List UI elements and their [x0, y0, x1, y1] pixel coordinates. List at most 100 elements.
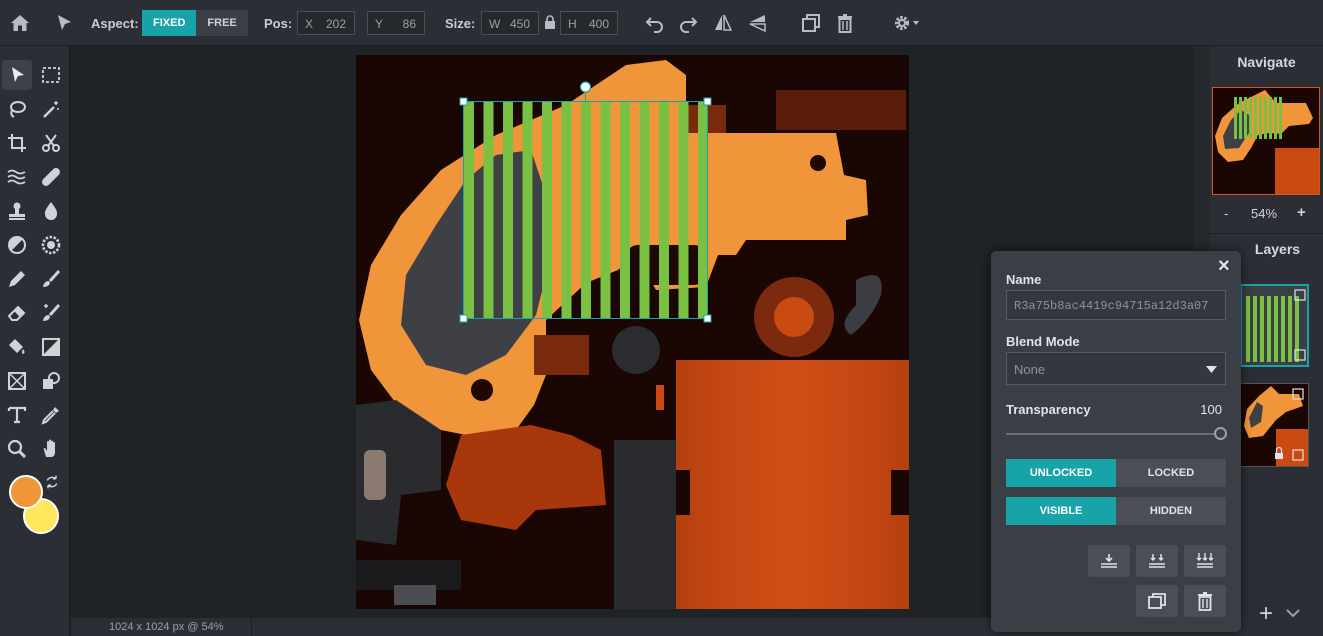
pencil-icon[interactable]: [2, 264, 32, 294]
size-w-value: 450: [509, 17, 530, 31]
image-canvas[interactable]: [356, 55, 909, 609]
blur-drop-icon[interactable]: [36, 196, 66, 226]
hand-icon[interactable]: [36, 434, 66, 464]
resize-handle-bl[interactable]: [459, 314, 468, 323]
eraser-icon[interactable]: [2, 298, 32, 328]
size-h-label: H: [568, 17, 577, 31]
shape-icon[interactable]: [2, 366, 32, 396]
rotate-handle[interactable]: [579, 81, 592, 93]
pointer-icon[interactable]: [49, 8, 79, 38]
transparency-slider-knob[interactable]: [1213, 427, 1227, 440]
navigate-title: Navigate: [1237, 54, 1296, 70]
crop-icon[interactable]: [2, 128, 32, 158]
duplicate-layer-icon[interactable]: [1136, 585, 1178, 617]
aspect-free-button[interactable]: FREE: [196, 10, 248, 36]
duplicate-icon[interactable]: [796, 8, 826, 38]
layer-stripe: [503, 102, 513, 319]
pos-label: Pos:: [264, 16, 293, 31]
resize-handle-tr[interactable]: [703, 97, 712, 106]
pos-x-input[interactable]: X 202: [297, 11, 355, 35]
delete-icon[interactable]: [830, 8, 860, 38]
scissors-icon[interactable]: [36, 128, 66, 158]
pos-y-label: Y: [375, 17, 384, 31]
tools-panel: [0, 46, 70, 636]
layer-stripe: [678, 102, 689, 319]
flip-horizontal-icon[interactable]: [708, 8, 738, 38]
home-icon[interactable]: [5, 8, 35, 38]
undo-icon[interactable]: [640, 8, 670, 38]
magic-wand-icon[interactable]: [36, 94, 66, 124]
transparency-slider-track[interactable]: [1006, 427, 1227, 440]
lasso-icon[interactable]: [2, 94, 32, 124]
transparency-value: 100: [1200, 402, 1222, 417]
hidden-button[interactable]: HIDDEN: [1116, 497, 1226, 525]
layer-name-input[interactable]: R3a75b8ac4419c94715a12d3a07: [1006, 290, 1226, 320]
chevron-down-icon[interactable]: [1286, 608, 1300, 618]
color-replace-icon[interactable]: [36, 298, 66, 328]
resize-handle-tl[interactable]: [459, 97, 468, 106]
pos-y-input[interactable]: Y 86: [367, 11, 425, 35]
visible-button[interactable]: VISIBLE: [1006, 497, 1116, 525]
merge-down-icon[interactable]: [1088, 545, 1130, 577]
merge-visible-icon[interactable]: [1136, 545, 1178, 577]
layer-stripe: [464, 102, 474, 319]
locked-button[interactable]: LOCKED: [1116, 459, 1226, 487]
flatten-image-icon[interactable]: [1184, 545, 1226, 577]
layer-item-background[interactable]: [1240, 383, 1309, 467]
lock-icon[interactable]: [544, 15, 556, 29]
select-arrow-icon[interactable]: [2, 60, 32, 90]
gradient-icon[interactable]: [36, 332, 66, 362]
resize-handle-br[interactable]: [703, 314, 712, 323]
layer-stripe: [483, 102, 494, 319]
zoom-out-button[interactable]: -: [1224, 206, 1228, 221]
dodge-icon[interactable]: [2, 230, 32, 260]
brush-icon[interactable]: [36, 264, 66, 294]
size-w-label: W: [489, 17, 501, 31]
unlocked-button[interactable]: UNLOCKED: [1006, 459, 1116, 487]
layer-item-selected[interactable]: [1240, 284, 1309, 367]
layer-stripe: [542, 102, 552, 319]
eyedropper-icon[interactable]: [36, 400, 66, 430]
delete-layer-icon[interactable]: [1184, 585, 1226, 617]
primary-color-swatch[interactable]: [9, 475, 43, 509]
transparency-label: Transparency: [1006, 402, 1091, 417]
size-h-input[interactable]: H 400: [560, 11, 618, 35]
navigator-thumbnail[interactable]: [1212, 87, 1320, 195]
layer-stripe: [620, 102, 630, 319]
layer-stripe: [522, 102, 533, 319]
dropdown-arrow-icon: [1206, 366, 1217, 373]
size-label: Size:: [445, 16, 476, 31]
size-h-value: 400: [588, 17, 609, 31]
selected-layer-overlay[interactable]: [356, 55, 909, 609]
navigator-zoom: - 54% +: [1210, 204, 1323, 224]
stamp-icon[interactable]: [2, 196, 32, 226]
swap-colors-icon[interactable]: [42, 472, 62, 492]
layer-settings-dialog: × Name R3a75b8ac4419c94715a12d3a07 Blend…: [991, 251, 1241, 632]
aspect-fixed-button[interactable]: FIXED: [142, 10, 197, 36]
lock-toggle: UNLOCKED LOCKED: [1006, 459, 1226, 487]
size-w-input[interactable]: W 450: [481, 11, 539, 35]
redo-icon[interactable]: [673, 8, 703, 38]
text-icon[interactable]: [2, 400, 32, 430]
name-label: Name: [1006, 272, 1042, 287]
layer-stripe: [561, 102, 572, 319]
visibility-toggle: VISIBLE HIDDEN: [1006, 497, 1226, 525]
marquee-icon[interactable]: [36, 60, 66, 90]
settings-icon[interactable]: [887, 8, 927, 38]
layer-stripe: [659, 102, 669, 319]
clone-shapes-icon[interactable]: [36, 366, 66, 396]
top-toolbar: Aspect: FIXED FREE Pos: X 202 Y 86 Size:…: [0, 0, 1323, 46]
close-button[interactable]: ×: [1218, 255, 1230, 278]
bandage-icon[interactable]: [36, 162, 66, 192]
add-layer-button[interactable]: +: [1259, 602, 1273, 626]
blend-mode-select[interactable]: None: [1006, 352, 1226, 385]
pos-x-label: X: [305, 17, 314, 31]
zoom-in-button[interactable]: +: [1297, 204, 1306, 221]
liquify-icon[interactable]: [2, 162, 32, 192]
sponge-icon[interactable]: [36, 230, 66, 260]
flip-vertical-icon[interactable]: [742, 8, 772, 38]
zoom-icon[interactable]: [2, 434, 32, 464]
bucket-icon[interactable]: [2, 332, 32, 362]
pos-y-value: 86: [402, 17, 416, 31]
blend-mode-label: Blend Mode: [1006, 334, 1080, 349]
